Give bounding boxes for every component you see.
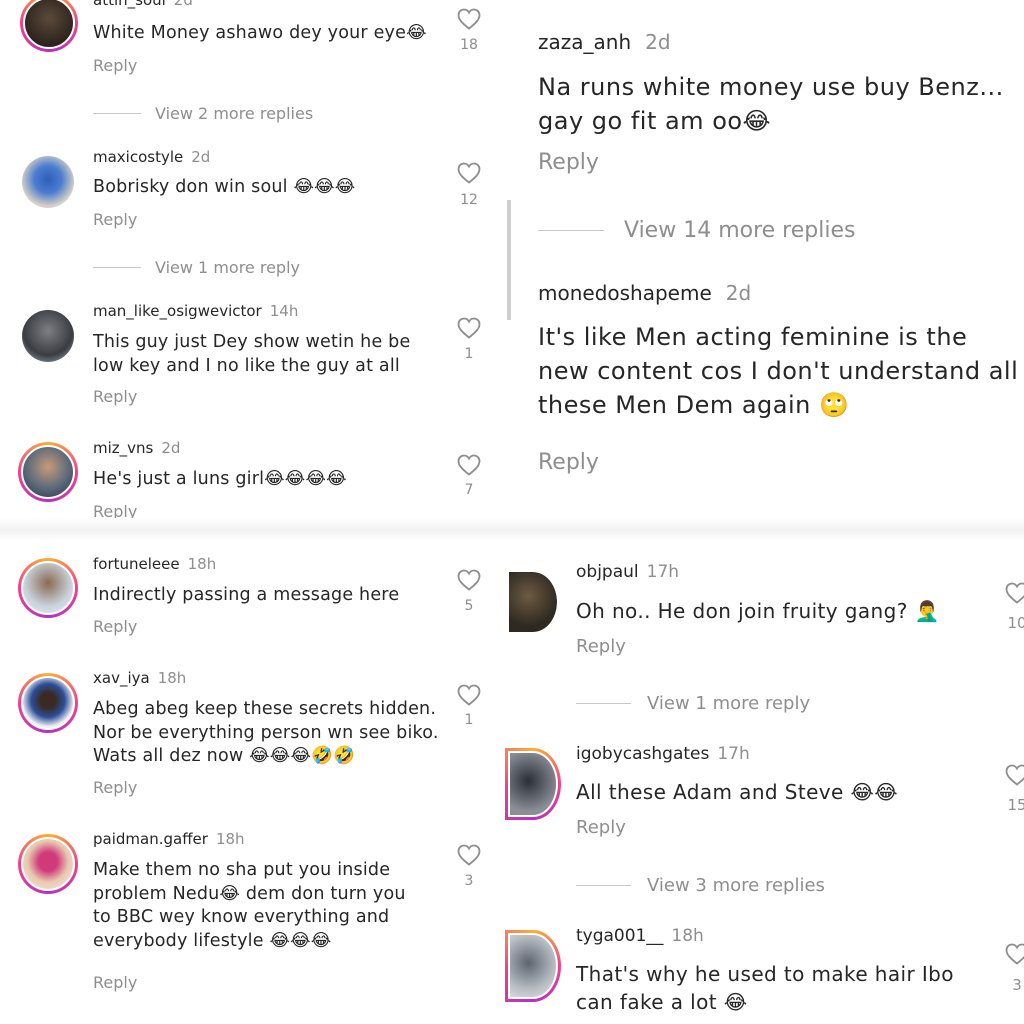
- heart-outline-icon[interactable]: [1005, 943, 1024, 965]
- comments-panel-bottom-right: objpaul 17h Oh no.. He don join fruity ga…: [505, 540, 1024, 1024]
- reply-button[interactable]: Reply: [538, 150, 599, 175]
- panel-divider: [0, 518, 1024, 542]
- comment-text: Na runs white money use buy Benz... gay …: [538, 73, 1004, 135]
- comment-text: Indirectly passing a message here: [93, 585, 400, 605]
- like-count: 12: [460, 192, 478, 208]
- comment-username[interactable]: tyga001__ 18h: [576, 926, 704, 946]
- avatar[interactable]: [18, 442, 78, 502]
- heart-outline-icon[interactable]: [457, 8, 481, 30]
- comment-text: Make them no sha put you inside problem …: [93, 860, 406, 951]
- heart-outline-icon[interactable]: [457, 684, 481, 706]
- heart-outline-icon[interactable]: [1005, 764, 1024, 786]
- like-count: 1: [464, 346, 474, 362]
- heart-outline-icon[interactable]: [457, 454, 481, 476]
- avatar[interactable]: [18, 558, 78, 618]
- comment-text: He's just a luns girl😂😂😂😂: [93, 469, 347, 489]
- heart-outline-icon[interactable]: [457, 162, 481, 184]
- heart-outline-icon[interactable]: [457, 844, 481, 866]
- view-more-replies[interactable]: View 1 more reply: [93, 258, 300, 277]
- comment-username[interactable]: xav_iya 18h: [93, 669, 186, 687]
- comments-panel-bottom-left: fortuneleee 18h Indirectly passing a mess…: [0, 540, 505, 1024]
- like-count: 3: [1012, 976, 1022, 994]
- reply-button[interactable]: Reply: [576, 636, 626, 657]
- reply-button[interactable]: Reply: [538, 450, 599, 475]
- panel-divider: [507, 200, 511, 320]
- like-count: 10: [1007, 614, 1024, 632]
- comment-text: This guy just Dey show wetin he be low k…: [93, 332, 411, 376]
- reply-button[interactable]: Reply: [93, 778, 137, 797]
- comment-text: Abeg abeg keep these secrets hidden. Nor…: [93, 699, 439, 766]
- reply-button[interactable]: Reply: [93, 210, 137, 229]
- avatar[interactable]: [18, 673, 78, 733]
- avatar[interactable]: [509, 572, 557, 632]
- like-count: 5: [464, 598, 474, 614]
- reply-button[interactable]: Reply: [93, 973, 137, 992]
- heart-outline-icon[interactable]: [457, 317, 481, 339]
- comment-text: Oh no.. He don join fruity gang? 🤦‍♂️: [576, 599, 940, 623]
- comment-username[interactable]: fortuneleee 18h: [93, 555, 216, 573]
- comment-username[interactable]: objpaul 17h: [576, 562, 679, 582]
- like-count: 15: [1007, 796, 1024, 814]
- comment-username[interactable]: attin_soul 2d: [93, 0, 193, 9]
- comment-username[interactable]: zaza_anh 2d: [538, 30, 671, 54]
- reply-button[interactable]: Reply: [93, 387, 137, 406]
- reply-button[interactable]: Reply: [93, 617, 137, 636]
- like-count: 1: [464, 712, 474, 728]
- like-count: 7: [464, 482, 474, 498]
- view-more-replies[interactable]: View 14 more replies: [538, 218, 855, 243]
- avatar[interactable]: [505, 748, 561, 820]
- like-count: 18: [460, 37, 478, 53]
- comment-username[interactable]: paidman.gaffer 18h: [93, 830, 245, 848]
- comment-username[interactable]: miz_vns 2d: [93, 439, 180, 457]
- avatar[interactable]: [20, 0, 78, 52]
- avatar[interactable]: [22, 156, 74, 208]
- view-more-replies[interactable]: View 1 more reply: [576, 693, 810, 714]
- view-more-replies[interactable]: View 2 more replies: [93, 104, 313, 123]
- comments-panel-top-right: zaza_anh 2d Na runs white money use buy B…: [512, 0, 1024, 500]
- comment-username[interactable]: man_like_osigwevictor 14h: [93, 302, 298, 320]
- heart-outline-icon[interactable]: [1005, 582, 1024, 604]
- comment-text: White Money ashawo dey your eye😂: [93, 23, 427, 43]
- comment-username[interactable]: monedoshapeme 2d: [538, 281, 751, 305]
- comment-username[interactable]: igobycashgates 17h: [576, 744, 750, 764]
- comments-panel-top-left: attin_soul 2d White Money ashawo dey your…: [0, 0, 505, 520]
- avatar[interactable]: [22, 310, 74, 362]
- comment-text: Bobrisky don win soul 😂😂😂: [93, 177, 356, 197]
- view-more-replies[interactable]: View 3 more replies: [576, 875, 825, 896]
- avatar[interactable]: [18, 834, 78, 894]
- reply-button[interactable]: Reply: [576, 817, 626, 838]
- comment-text: That's why he used to make hair Ibo can …: [576, 962, 954, 1014]
- comment-username[interactable]: maxicostyle 2d: [93, 148, 210, 166]
- avatar[interactable]: [505, 930, 561, 1002]
- comment-text: All these Adam and Steve 😂😂: [576, 780, 899, 804]
- comment-text: It's like Men acting feminine is the new…: [538, 323, 1019, 419]
- reply-button[interactable]: Reply: [93, 56, 137, 75]
- heart-outline-icon[interactable]: [457, 569, 481, 591]
- like-count: 3: [464, 873, 474, 889]
